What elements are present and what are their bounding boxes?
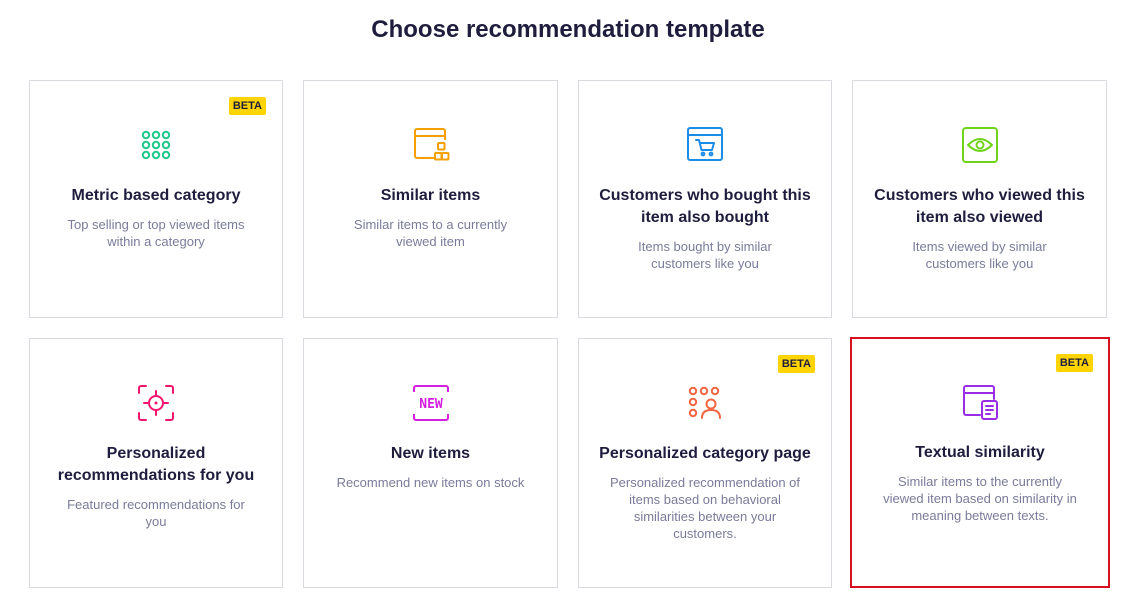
target-icon xyxy=(136,383,176,423)
card-description: Personalized recommendation of items bas… xyxy=(609,475,801,541)
card-title: Customers who viewed this item also view… xyxy=(874,187,1085,226)
template-card-personalized-recommendations[interactable]: Personalized recommendations for you Fea… xyxy=(29,338,283,588)
card-title: Textual similarity xyxy=(915,444,1045,461)
card-title: Metric based category xyxy=(71,187,241,204)
text-document-icon xyxy=(960,382,1000,422)
beta-badge: BETA xyxy=(777,355,815,373)
card-title: Personalized recommendations for you xyxy=(57,445,255,484)
template-card-personalized-category-page[interactable]: BETA Personalized category page Personal… xyxy=(578,338,832,588)
template-card-new-items[interactable]: NEW New items Recommend new items on sto… xyxy=(303,338,558,588)
card-title: Similar items xyxy=(380,187,481,204)
card-description: Featured recommendations for you xyxy=(67,497,245,529)
template-card-customers-also-viewed[interactable]: Customers who viewed this item also view… xyxy=(852,80,1107,318)
beta-badge: BETA xyxy=(1055,354,1093,372)
card-description: Recommend new items on stock xyxy=(336,475,525,490)
eye-icon xyxy=(960,125,1000,165)
card-description: Top selling or top viewed items within a… xyxy=(67,217,245,249)
shopping-cart-icon xyxy=(685,125,725,165)
card-title: Customers who bought this item also boug… xyxy=(599,187,811,226)
new-badge-icon: NEW xyxy=(411,383,451,423)
page-title: Choose recommendation template xyxy=(371,16,765,43)
card-description: Items bought by similar customers like y… xyxy=(638,239,772,271)
new-badge-text: NEW xyxy=(419,397,443,412)
card-title: Personalized category page xyxy=(599,445,811,462)
card-title: New items xyxy=(390,445,471,462)
card-description: Items viewed by similar customers like y… xyxy=(912,239,1047,271)
template-card-metric-based-category[interactable]: BETA Metric based category Top selling o… xyxy=(29,80,283,318)
template-card-similar-items[interactable]: Similar items Similar items to a current… xyxy=(303,80,558,318)
user-grid-icon xyxy=(685,383,725,423)
metric-grid-icon xyxy=(136,125,176,165)
beta-badge: BETA xyxy=(228,97,266,115)
card-description: Similar items to a currently viewed item xyxy=(353,217,508,249)
template-card-textual-similarity[interactable]: BETA Textual similarity Similar items to… xyxy=(850,337,1110,588)
similar-items-icon xyxy=(411,125,451,165)
card-description: Similar items to the currently viewed it… xyxy=(883,474,1077,523)
template-card-customers-also-bought[interactable]: Customers who bought this item also boug… xyxy=(578,80,832,318)
